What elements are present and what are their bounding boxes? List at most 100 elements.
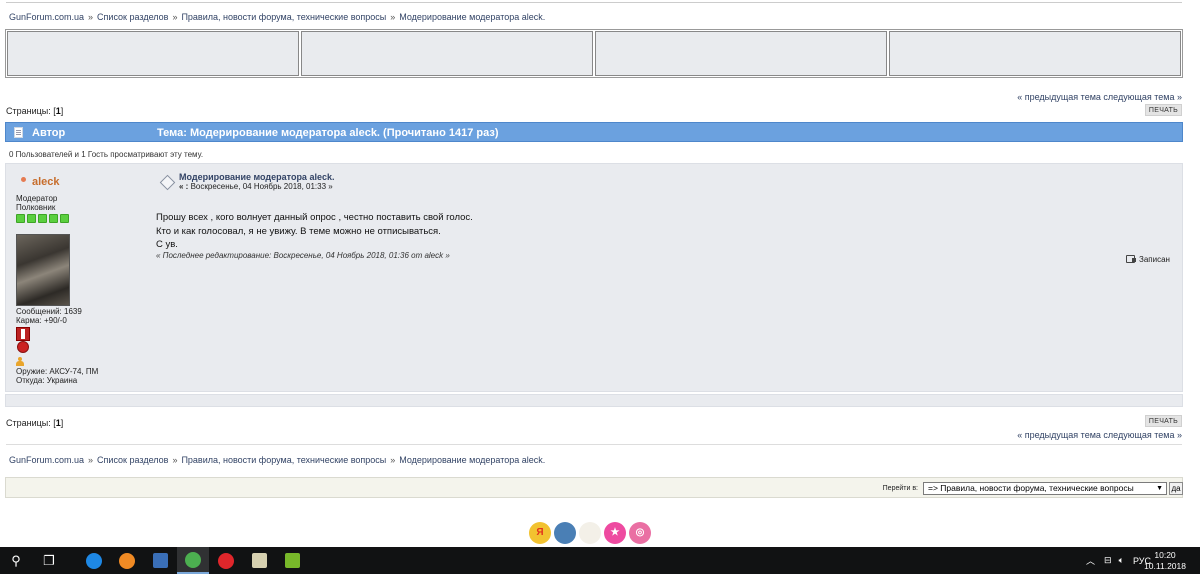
breadcrumb-topic[interactable]: Модерирование модератора aleck. (399, 12, 545, 22)
jump-selected-value: => Правила, новости форума, технические … (928, 483, 1134, 493)
breadcrumb-separator: » (172, 12, 178, 22)
mail-agent-icon[interactable] (579, 522, 601, 544)
breadcrumb-separator: » (390, 12, 396, 22)
opera-icon[interactable] (210, 547, 242, 574)
post-footer-bar (5, 394, 1183, 407)
breadcrumb-board-index[interactable]: Список разделов (97, 455, 168, 465)
banner-slot[interactable] (889, 31, 1181, 76)
save-floppy-icon[interactable] (144, 547, 176, 574)
breadcrumb-topic[interactable]: Модерирование модератора aleck. (399, 455, 545, 465)
breadcrumb-home[interactable]: GunForum.com.ua (9, 12, 84, 22)
page-number[interactable]: 1 (56, 418, 61, 428)
social-share-icons: Я ★ ◎ (529, 522, 651, 544)
viewers-info: 0 Пользователей и 1 Гость просматривают … (9, 150, 204, 159)
breadcrumb-home[interactable]: GunForum.com.ua (9, 455, 84, 465)
next-topic-link[interactable]: следующая тема » (1103, 92, 1182, 102)
network-icon[interactable]: ⊟ (1104, 555, 1112, 566)
firefox-icon-glyph (119, 552, 135, 569)
recorded-indicator: Записан (1126, 253, 1170, 264)
offline-status-icon (21, 177, 26, 182)
jump-go-button[interactable]: да (1169, 482, 1183, 495)
chrome-icon-glyph (185, 551, 201, 568)
breadcrumb: GunForum.com.ua» Список разделов» Правила,… (9, 455, 545, 465)
top-divider (6, 2, 1182, 3)
taskbar-clock[interactable]: 10:20 10.11.2018 (1144, 550, 1186, 572)
pagination: Страницы: [1] (6, 106, 64, 116)
banner-slot[interactable] (301, 31, 593, 76)
windows-taskbar: ⚲ ❐ ︿ ⊟ 🔈︎ РУС 10:20 10.11.2018 (0, 547, 1200, 574)
prev-topic-link[interactable]: « предыдущая тема (1017, 430, 1101, 440)
task-view-icon-glyph: ❐ (43, 553, 55, 568)
post-last-edit: « Последнее редактирование: Воскресенье,… (156, 251, 450, 260)
post-body: Прошу всех , кого волнует данный опрос ,… (156, 211, 473, 252)
poster-post-count: Сообщений: 1639 (16, 307, 82, 316)
search-icon[interactable]: ⚲ (0, 547, 32, 574)
breadcrumb-section[interactable]: Правила, новости форума, технические воп… (181, 455, 386, 465)
print-button[interactable]: ПЕЧАТЬ (1145, 415, 1182, 427)
topic-header-bar: Автор Тема: Модерирование модератора ale… (5, 122, 1183, 142)
jump-to-select[interactable]: => Правила, новости форума, технические … (923, 482, 1167, 495)
save-floppy-icon-glyph (152, 553, 168, 568)
post-xx-icon (159, 175, 175, 189)
award-medal-icon (17, 341, 29, 353)
rank-star-icon (38, 214, 47, 223)
post-subject[interactable]: Модерирование модератора aleck. (179, 172, 334, 182)
pagination: Страницы: [1] (6, 418, 64, 428)
globe-app-icon[interactable] (243, 547, 275, 574)
poster-weapon: Оружие: АКСУ-74, ПМ (16, 367, 99, 376)
breadcrumb-section[interactable]: Правила, новости форума, технические воп… (181, 12, 386, 22)
banner-slot[interactable] (595, 31, 887, 76)
firefox-icon[interactable] (111, 547, 143, 574)
banner-row (5, 29, 1183, 78)
topic-nav: « предыдущая тема следующая тема » (1017, 430, 1182, 440)
clock-date: 10.11.2018 (1144, 561, 1186, 571)
prev-topic-link[interactable]: « предыдущая тема (1017, 92, 1101, 102)
post-date-text: Воскресенье, 04 Ноябрь 2018, 01:33 » (190, 182, 333, 191)
system-tray: ︿ ⊟ 🔈︎ РУС (1086, 547, 1151, 574)
breadcrumb: GunForum.com.ua» Список разделов» Правила,… (9, 12, 545, 22)
breadcrumb-separator: » (172, 455, 178, 465)
poster-rank: Полковник (16, 203, 56, 212)
post-date-prefix: « : (179, 182, 189, 191)
topic-title: Тема: Модерирование модератора aleck. (П… (157, 127, 499, 139)
livejournal-icon[interactable] (554, 522, 576, 544)
poster-location: Откуда: Украина (16, 376, 78, 385)
post-line: Прошу всех , кого волнует данный опрос ,… (156, 212, 473, 223)
rank-stars (16, 214, 69, 223)
yandex-icon[interactable]: Я (529, 522, 551, 544)
topic-nav: « предыдущая тема следующая тема » (1017, 92, 1182, 102)
volume-icon[interactable]: 🔈︎ (1119, 555, 1124, 566)
dribbble-icon[interactable]: ◎ (629, 522, 651, 544)
breadcrumb-separator: » (88, 12, 94, 22)
banner-slot[interactable] (7, 31, 299, 76)
jump-to-bar: Перейти в: => Правила, новости форума, т… (5, 477, 1183, 498)
pages-label: Страницы: (6, 418, 51, 428)
jump-label: Перейти в: (882, 485, 918, 492)
print-button[interactable]: ПЕЧАТЬ (1145, 104, 1182, 116)
gender-icon (16, 357, 24, 367)
author-column-label: Автор (32, 127, 66, 139)
pages-label: Страницы: (6, 106, 51, 116)
post-line: Кто и как голосовал, я не увижу. В теме … (156, 225, 441, 237)
utorrent-icon-glyph (284, 553, 300, 568)
utorrent-icon[interactable] (276, 547, 308, 574)
recorded-label: Записан (1139, 255, 1170, 264)
clock-time: 10:20 (1154, 550, 1176, 560)
poster-name[interactable]: aleck (32, 176, 60, 188)
star-icon[interactable]: ★ (604, 522, 626, 544)
tray-chevron-icon[interactable]: ︿ (1086, 554, 1095, 567)
task-view-icon[interactable]: ❐ (33, 547, 65, 574)
bottom-divider (6, 444, 1182, 445)
next-topic-link[interactable]: следующая тема » (1103, 430, 1182, 440)
rank-star-icon (49, 214, 58, 223)
avatar (16, 234, 70, 306)
breadcrumb-board-index[interactable]: Список разделов (97, 12, 168, 22)
chrome-icon[interactable] (177, 547, 209, 574)
rank-star-icon (16, 214, 25, 223)
teamviewer-icon[interactable] (78, 547, 110, 574)
page-number[interactable]: 1 (56, 106, 61, 116)
globe-app-icon-glyph (251, 553, 267, 568)
document-icon (14, 127, 23, 138)
poster-role: Модератор (16, 194, 58, 203)
search-icon-glyph: ⚲ (11, 553, 21, 568)
